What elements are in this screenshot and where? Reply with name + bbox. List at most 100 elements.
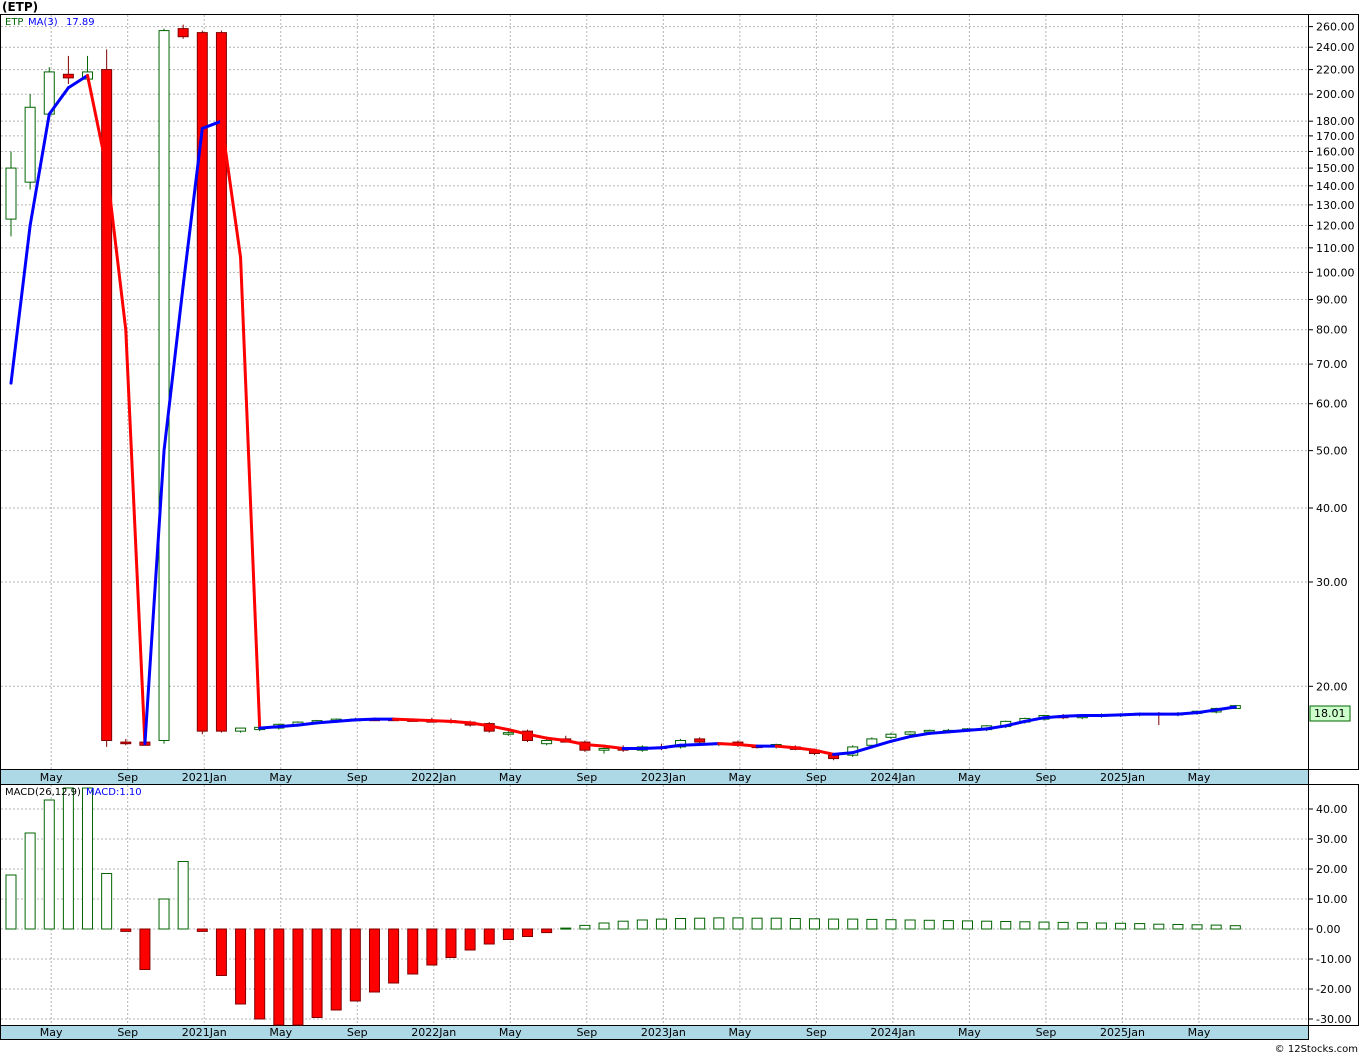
price-x-tick-label: Sep bbox=[1036, 771, 1057, 784]
macd-bar-positive bbox=[62, 787, 74, 930]
moving-average-segment bbox=[583, 742, 606, 748]
moving-average-segment bbox=[946, 728, 969, 734]
moving-average-segment bbox=[353, 717, 376, 722]
macd-bar-negative bbox=[139, 928, 151, 970]
macd-bar-positive bbox=[732, 917, 744, 930]
macd-bar-positive bbox=[1210, 924, 1222, 930]
candle-body-up bbox=[235, 727, 247, 732]
candle-body-up bbox=[502, 732, 514, 735]
macd-bar-positive bbox=[1095, 922, 1107, 930]
macd-x-tick-label: May bbox=[499, 1026, 522, 1039]
macd-bar-positive bbox=[158, 898, 170, 930]
price-y-tick-label: 220.00 bbox=[1316, 64, 1355, 77]
macd-bar-positive bbox=[82, 787, 94, 930]
macd-bar-positive bbox=[694, 917, 706, 930]
macd-bar-positive bbox=[177, 861, 189, 930]
price-x-tick-label: 2023Jan bbox=[641, 771, 686, 784]
moving-average-segment bbox=[258, 725, 281, 730]
price-y-tick-label: 80.00 bbox=[1316, 324, 1348, 337]
macd-x-tick-label: 2022Jan bbox=[411, 1026, 456, 1039]
moving-average-segment bbox=[1119, 712, 1142, 717]
moving-average-segment bbox=[640, 746, 663, 751]
moving-average-segment bbox=[411, 718, 434, 723]
price-y-tick-label: 240.00 bbox=[1316, 41, 1355, 54]
price-y-tick-label: 30.00 bbox=[1316, 576, 1348, 589]
moving-average-segment bbox=[774, 744, 797, 750]
macd-bar-positive bbox=[579, 924, 591, 930]
price-y-tick-label: 60.00 bbox=[1316, 398, 1348, 411]
macd-x-tick-label: May bbox=[40, 1026, 63, 1039]
moving-average-segment bbox=[430, 719, 453, 723]
price-y-tick-label: 40.00 bbox=[1316, 502, 1348, 515]
macd-x-tick-label: Sep bbox=[806, 1026, 827, 1039]
macd-x-tick-label: May bbox=[958, 1026, 981, 1039]
price-x-tick-label: May bbox=[499, 771, 522, 784]
price-x-tick-label: 2022Jan bbox=[411, 771, 456, 784]
candle-body-up bbox=[5, 167, 17, 220]
macd-bar-positive bbox=[598, 922, 610, 930]
price-y-tick-label: 50.00 bbox=[1316, 445, 1348, 458]
macd-bar-positive bbox=[962, 920, 973, 930]
macd-bar-positive bbox=[1057, 921, 1069, 930]
candle-body-up bbox=[598, 748, 610, 751]
macd-bar-positive bbox=[655, 918, 667, 930]
price-x-tick-label: May bbox=[1188, 771, 1211, 784]
macd-y-tick-label: 30.00 bbox=[1316, 833, 1348, 846]
macd-y-tick-label: -10.00 bbox=[1316, 953, 1351, 966]
macd-bar-positive bbox=[1134, 923, 1146, 930]
price-x-tick-label: Sep bbox=[576, 771, 597, 784]
price-y-tick-label: 100.00 bbox=[1316, 266, 1355, 279]
macd-y-tick-label: 0.00 bbox=[1316, 923, 1341, 936]
price-y-tick-label: 120.00 bbox=[1316, 219, 1355, 232]
moving-average-segment bbox=[832, 751, 855, 756]
macd-bar-positive bbox=[828, 918, 840, 930]
macd-bar-negative bbox=[349, 928, 361, 1002]
macd-bar-positive bbox=[1076, 922, 1088, 930]
macd-bar-positive bbox=[5, 874, 17, 930]
moving-average-segment bbox=[966, 727, 989, 732]
macd-y-tick-label: 10.00 bbox=[1316, 893, 1348, 906]
macd-y-tick-label: 20.00 bbox=[1316, 863, 1348, 876]
macd-bar-positive bbox=[560, 927, 572, 930]
price-y-tick-label: 180.00 bbox=[1316, 115, 1355, 128]
price-legend-symbol: ETP bbox=[5, 17, 23, 28]
candle-body-up bbox=[885, 733, 897, 738]
macd-bar-negative bbox=[426, 928, 438, 966]
moving-average-segment bbox=[698, 742, 721, 746]
macd-bar-negative bbox=[522, 928, 534, 937]
macd-bar-positive bbox=[713, 917, 725, 930]
macd-bar-positive bbox=[1019, 921, 1031, 930]
candle-body-down bbox=[120, 741, 132, 745]
macd-bar-positive bbox=[1229, 925, 1241, 930]
macd-bar-negative bbox=[235, 928, 247, 1005]
moving-average-segment bbox=[1061, 714, 1084, 718]
candle-body-down bbox=[694, 738, 706, 743]
price-y-tick-label: 160.00 bbox=[1316, 145, 1355, 158]
moving-average-segment bbox=[1099, 713, 1123, 718]
macd-bar-positive bbox=[43, 799, 55, 930]
moving-average-segment bbox=[927, 730, 950, 735]
macd-bar-positive bbox=[24, 832, 36, 930]
macd-bar-positive bbox=[866, 918, 878, 930]
macd-y-tick-label: -20.00 bbox=[1316, 983, 1351, 996]
macd-bar-positive bbox=[751, 917, 763, 930]
macd-bar-negative bbox=[215, 928, 227, 976]
price-y-tick-label: 110.00 bbox=[1316, 242, 1355, 255]
macd-bar-positive bbox=[1000, 921, 1012, 930]
macd-bar-positive bbox=[1172, 924, 1184, 930]
macd-bar-negative bbox=[502, 928, 514, 940]
macd-bar-negative bbox=[196, 928, 208, 932]
macd-x-tick-label: Sep bbox=[117, 1026, 138, 1039]
macd-x-tick-label: Sep bbox=[576, 1026, 597, 1039]
moving-average-segment bbox=[392, 717, 415, 722]
macd-bar-positive bbox=[675, 918, 687, 930]
price-y-tick-label: 150.00 bbox=[1316, 162, 1355, 175]
macd-x-tick-label: 2023Jan bbox=[641, 1026, 686, 1039]
macd-x-tick-label: Sep bbox=[1036, 1026, 1057, 1039]
macd-bar-negative bbox=[445, 928, 457, 958]
price-x-tick-label: 2025Jan bbox=[1100, 771, 1145, 784]
macd-bar-positive bbox=[885, 919, 897, 930]
moving-average-segment bbox=[449, 719, 472, 725]
moving-average-segment bbox=[679, 742, 702, 747]
macd-bar-positive bbox=[101, 873, 113, 930]
